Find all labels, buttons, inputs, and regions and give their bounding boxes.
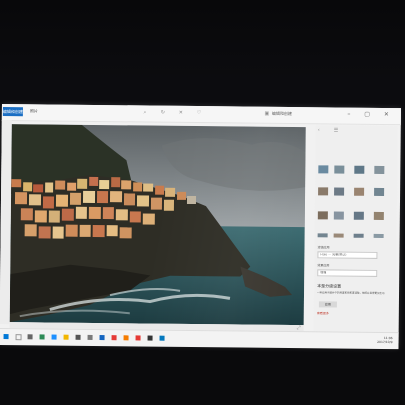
- apply-button[interactable]: 应用: [318, 301, 337, 308]
- photos-icon[interactable]: [159, 335, 165, 341]
- filter-thumbnail[interactable]: [334, 187, 345, 196]
- more-link[interactable]: 查看更多: [317, 311, 329, 315]
- filter-select[interactable]: Halo — 光晕(默认): [317, 251, 378, 259]
- edit-create-button[interactable]: 编辑和创建: [272, 111, 292, 117]
- window-controls[interactable]: – ▢ ✕: [347, 111, 395, 118]
- zoom-icon[interactable]: ⌕: [142, 109, 148, 115]
- word-icon[interactable]: [99, 335, 105, 341]
- filter-thumbnail[interactable]: [318, 165, 329, 174]
- rotate-icon[interactable]: ↻: [160, 110, 166, 116]
- delete-icon[interactable]: ✕: [178, 110, 184, 116]
- filter-thumbnail[interactable]: [317, 233, 328, 238]
- section1-title: 滤镜应用: [317, 245, 330, 250]
- heart-icon[interactable]: ♡: [196, 110, 202, 116]
- filter-thumbnail[interactable]: [354, 165, 365, 174]
- section2-title: 效果应用: [317, 263, 330, 268]
- browser-icon[interactable]: [51, 334, 57, 340]
- store-icon[interactable]: [75, 334, 81, 340]
- filter-thumbnail[interactable]: [333, 211, 344, 220]
- system-clock[interactable]: 11:06 2017/10/9: [377, 336, 392, 344]
- filter-thumbnail[interactable]: [318, 187, 329, 196]
- back-icon[interactable]: ‹: [318, 127, 320, 133]
- start-icon[interactable]: [3, 334, 9, 340]
- title-bar: 编辑和创建 照片 ⌕ ↻ ✕ ♡ ▣ 编辑和创建 – ▢ ✕: [1, 104, 401, 126]
- search-icon[interactable]: [15, 334, 22, 341]
- mail-icon[interactable]: [87, 334, 93, 340]
- filter-thumbnail[interactable]: [373, 233, 384, 239]
- filter-thumbnail[interactable]: [334, 165, 345, 174]
- clock-date: 2017/10/9: [377, 339, 393, 345]
- breadcrumb[interactable]: 照片: [30, 108, 38, 114]
- filter-thumbnail[interactable]: [333, 233, 344, 238]
- filter-thumbnail[interactable]: [354, 187, 365, 196]
- filter-thumbnail[interactable]: [317, 211, 328, 220]
- filter-select-value: Halo — 光晕(默认): [320, 252, 347, 257]
- app-menu-button[interactable]: 编辑和创建: [2, 107, 23, 117]
- filter-thumbnail[interactable]: [353, 233, 364, 238]
- wechat-icon[interactable]: [39, 334, 45, 340]
- folder-icon[interactable]: [63, 334, 69, 340]
- app-icon[interactable]: [111, 335, 117, 341]
- task-view-icon[interactable]: [27, 334, 33, 340]
- panel-description: 一些应用于图片中的亮度和饱和度调整，使照片显得更加生动: [317, 291, 385, 296]
- filter-icon[interactable]: ☰: [334, 127, 339, 133]
- crop-icon[interactable]: ▣: [264, 111, 270, 117]
- app-icon[interactable]: [147, 335, 153, 341]
- edit-panel: ‹ ☰ 滤镜应用 Halo — 光晕(默认) 效果应用 增强 本是分级设置 一些…: [313, 125, 398, 335]
- filter-thumbnail[interactable]: [374, 187, 385, 197]
- main-photo: [9, 124, 306, 326]
- effect-select-value: 增强: [320, 270, 327, 275]
- effect-select[interactable]: 增强: [317, 269, 378, 277]
- app-icon[interactable]: [135, 335, 141, 341]
- app-icon[interactable]: [123, 335, 129, 341]
- filter-thumbnail[interactable]: [353, 211, 364, 220]
- monitor-screen: 编辑和创建 照片 ⌕ ↻ ✕ ♡ ▣ 编辑和创建 – ▢ ✕ ⤢ ‹ ☰ 滤镜应…: [0, 104, 401, 350]
- panel-heading: 本是分级设置: [317, 283, 342, 289]
- filter-thumbnail[interactable]: [374, 165, 385, 175]
- filter-thumbnail[interactable]: [373, 211, 384, 221]
